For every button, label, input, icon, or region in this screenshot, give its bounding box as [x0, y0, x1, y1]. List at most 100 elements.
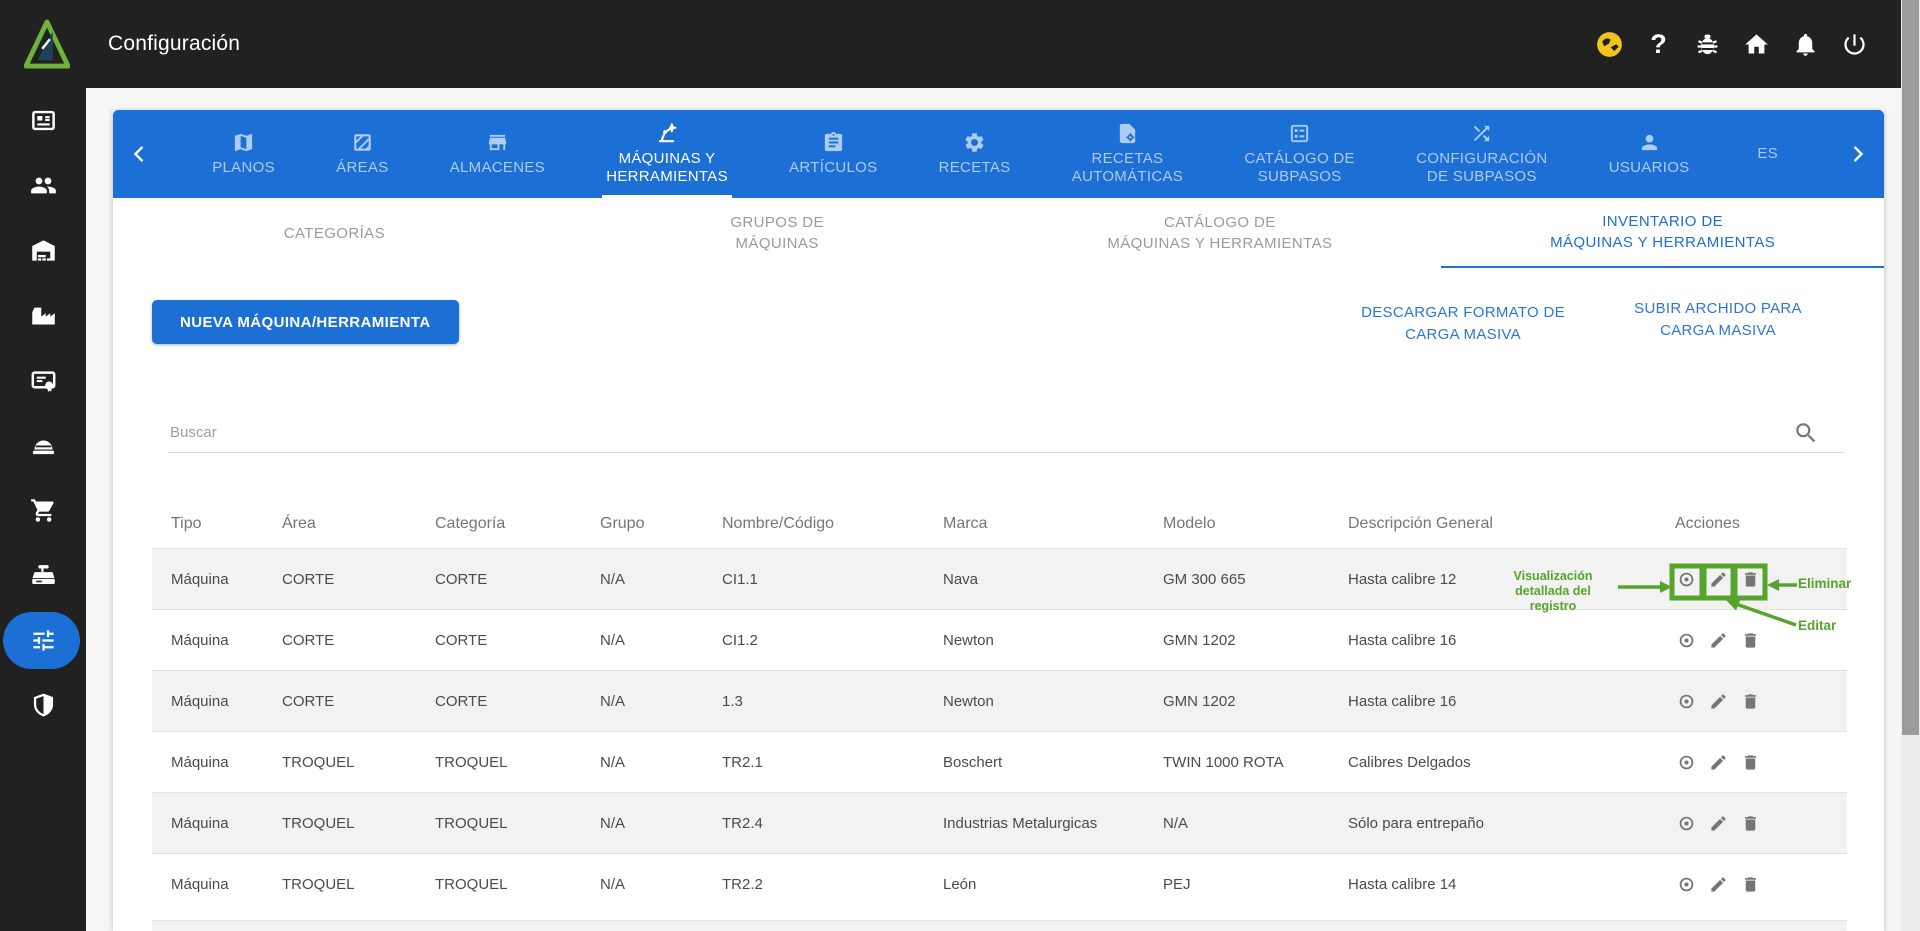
tab-label: RECETAS [938, 159, 1011, 176]
sidebar-item-news[interactable] [0, 88, 86, 153]
table-row: Máquina TROQUEL TROQUEL N/A TR2.2 León PEJ H… [152, 853, 1847, 914]
view-eye-icon[interactable] [1677, 814, 1696, 833]
tab-catalogo-de-subpasos[interactable]: CATÁLOGO DE SUBPASOS [1240, 110, 1359, 198]
sidebar-item-sales[interactable] [0, 543, 86, 608]
annotation-arrows [1618, 563, 1797, 627]
upload-bulk-file-link[interactable]: SUBIR ARCHIDO PARA CARGA MASIVA [1593, 298, 1843, 342]
delete-trash-icon[interactable] [1741, 692, 1760, 711]
hatched-area-icon [354, 134, 371, 151]
tab-recetas-automaticas[interactable]: RECETAS AUTOMÁTICAS [1068, 110, 1187, 198]
edit-pencil-icon[interactable] [1709, 753, 1728, 772]
tab-label: ALMACENES [449, 159, 545, 176]
annotation-delete-label: Eliminar [1798, 576, 1852, 591]
new-machine-button[interactable]: NUEVA MÁQUINA/HERRAMIENTA [152, 300, 459, 344]
topbar: Configuración ? [0, 0, 1920, 88]
column-header: Nombre/Código [722, 515, 835, 532]
download-bulk-format-link[interactable]: DESCARGAR FORMATO DE CARGA MASIVA [1313, 302, 1613, 346]
delete-trash-icon[interactable] [1741, 631, 1760, 650]
column-header: Marca [943, 515, 988, 532]
row-actions [1675, 753, 1847, 772]
tab-maquinas-y-herramientas[interactable]: MÁQUINAS Y HERRAMIENTAS [602, 110, 732, 198]
main-area: PLANOS ÁREAS ALMACENES MÁQUINAS Y HERRAM… [86, 88, 1901, 931]
home-icon[interactable] [1743, 31, 1770, 58]
edit-pencil-icon[interactable] [1709, 692, 1728, 711]
content-card: PLANOS ÁREAS ALMACENES MÁQUINAS Y HERRAM… [113, 110, 1884, 931]
column-header: Categoría [435, 515, 506, 532]
inventory-table: Tipo Área Categoría Grupo Nombre/Código … [152, 500, 1847, 931]
tab-label: MÁQUINAS Y HERRAMIENTAS [606, 150, 728, 185]
power-icon[interactable] [1841, 31, 1868, 58]
subtab-catalogo-de-maquinas[interactable]: CATÁLOGO DE MÁQUINAS Y HERRAMIENTAS [999, 198, 1442, 268]
view-eye-icon[interactable] [1677, 692, 1696, 711]
table-row: Máquina TROQUEL TROQUEL N/A TR2.4 Industria… [152, 792, 1847, 853]
sidebar-item-security[interactable] [0, 673, 86, 738]
row-actions [1675, 814, 1847, 833]
tab-truncated[interactable]: ES [1747, 110, 1789, 198]
store-icon [488, 134, 506, 151]
edit-pencil-icon[interactable] [1709, 814, 1728, 833]
scrollbar-thumb[interactable] [1902, 0, 1919, 735]
annotation-view-label: Visualización detallada del registro [1513, 569, 1593, 613]
sidebar-item-configuration[interactable] [0, 608, 86, 673]
tab-label: ES [1757, 145, 1779, 162]
users-group-icon [30, 177, 56, 194]
sidebar [0, 88, 86, 931]
tab-areas[interactable]: ÁREAS [332, 110, 392, 198]
table-header: Tipo Área Categoría Grupo Nombre/Código … [152, 500, 1847, 548]
tab-recetas[interactable]: RECETAS [935, 110, 1015, 198]
help-icon[interactable]: ? [1645, 30, 1672, 58]
sidebar-item-people[interactable] [0, 153, 86, 218]
tab-planos[interactable]: PLANOS [208, 110, 279, 198]
screen: Configuración ? PLANOS ÁREAS ALMACENES M… [0, 0, 1920, 931]
view-eye-icon[interactable] [1677, 753, 1696, 772]
notifications-icon[interactable] [1792, 31, 1819, 58]
tab-label: CONFIGURACIÓN DE SUBPASOS [1416, 150, 1548, 185]
delete-trash-icon[interactable] [1741, 875, 1760, 894]
edit-pencil-icon[interactable] [1709, 875, 1728, 894]
table-row: Máquina TROQUEL TROQUEL N/A TR2.1 Boschert … [152, 731, 1847, 792]
sidebar-item-purchases[interactable] [0, 478, 86, 543]
shuffle-icon [1474, 125, 1490, 142]
search-icon[interactable] [1793, 420, 1819, 446]
factory-icon [31, 307, 55, 325]
tab-configuracion-de-subpasos[interactable]: CONFIGURACIÓN DE SUBPASOS [1412, 110, 1551, 198]
bug-report-icon[interactable] [1694, 31, 1721, 58]
delete-trash-icon[interactable] [1741, 753, 1760, 772]
sidebar-item-certificates[interactable] [0, 348, 86, 413]
settings-sliders-icon [32, 630, 54, 651]
warehouse-icon [31, 240, 55, 261]
subtab-inventario-de-maquinas[interactable]: INVENTARIO DE MÁQUINAS Y HERRAMIENTAS [1441, 198, 1884, 268]
column-header: Modelo [1163, 515, 1216, 532]
subtabs: CATEGORÍAS GRUPOS DE MÁQUINAS CATÁLOGO D… [113, 198, 1884, 268]
delete-trash-icon[interactable] [1741, 814, 1760, 833]
subtab-grupos-de-maquinas[interactable]: GRUPOS DE MÁQUINAS [556, 198, 999, 268]
column-header: Acciones [1675, 515, 1740, 532]
table-row: Máquina CORTE CORTE N/A 1.3 Newton GMN 1202… [152, 670, 1847, 731]
tab-usuarios[interactable]: USUARIOS [1605, 110, 1694, 198]
row-actions [1675, 875, 1847, 894]
search-input[interactable] [168, 410, 1789, 454]
person-icon [1641, 134, 1657, 151]
chevron-left-icon[interactable] [125, 134, 155, 174]
gear-icon [965, 133, 984, 152]
globe-language-icon[interactable] [1596, 31, 1623, 58]
sidebar-item-factory[interactable] [0, 283, 86, 348]
app-logo-icon [24, 19, 70, 69]
tab-articulos[interactable]: ARTÍCULOS [785, 110, 881, 198]
clipboard-icon [824, 131, 842, 152]
chevron-right-icon[interactable] [1842, 134, 1872, 174]
sidebar-item-warehouse[interactable] [0, 218, 86, 283]
tab-label: PLANOS [212, 159, 275, 176]
shopping-cart-icon [30, 499, 54, 522]
tab-label: USUARIOS [1608, 159, 1690, 176]
edit-pencil-icon[interactable] [1709, 631, 1728, 650]
view-eye-icon[interactable] [1677, 631, 1696, 650]
vertical-scrollbar[interactable] [1901, 0, 1920, 931]
sidebar-item-machines[interactable] [0, 413, 86, 478]
view-eye-icon[interactable] [1677, 875, 1696, 894]
tab-label: CATÁLOGO DE SUBPASOS [1244, 150, 1355, 185]
ballot-icon [1290, 124, 1309, 143]
subtab-categorias[interactable]: CATEGORÍAS [113, 198, 556, 268]
tab-almacenes[interactable]: ALMACENES [446, 110, 549, 198]
annotation-edit-label: Editar [1798, 618, 1837, 633]
